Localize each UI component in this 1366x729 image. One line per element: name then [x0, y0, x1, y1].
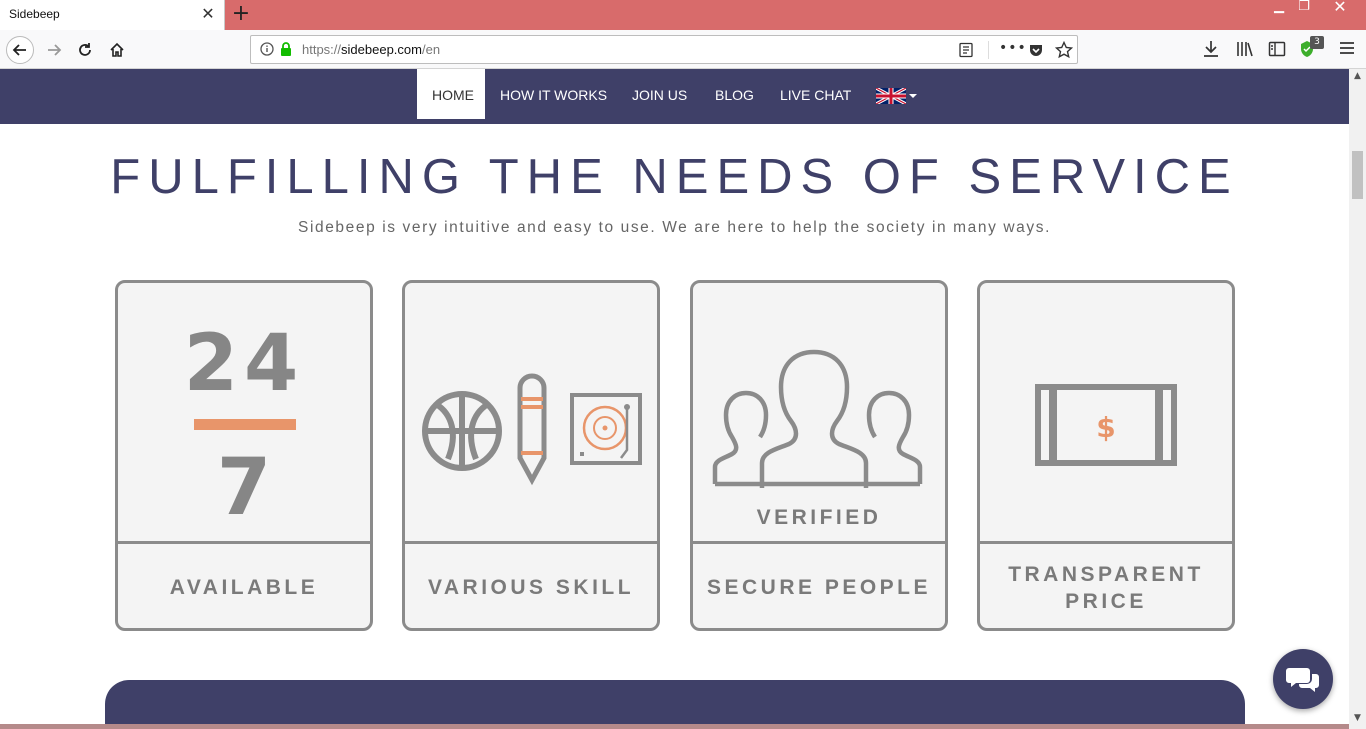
scroll-up-icon[interactable]: ▲	[1349, 71, 1366, 85]
nav-live-chat[interactable]: LIVE CHAT	[765, 69, 866, 119]
live-chat-button[interactable]	[1273, 649, 1333, 709]
bookmark-star-icon[interactable]	[1055, 41, 1073, 59]
url-scheme: https://	[302, 42, 342, 57]
url-path: /en	[421, 42, 441, 57]
info-icon[interactable]	[260, 42, 274, 56]
feature-label: TRANSPARENT PRICE	[1008, 562, 1204, 613]
verified-label: VERIFIED	[756, 506, 882, 529]
people-icon	[712, 349, 923, 488]
new-tab-button[interactable]: +	[230, 2, 252, 26]
page-viewport: HOME HOW IT WORKS JOIN US BLOG LIVE CHAT…	[0, 69, 1349, 729]
reader-view-icon[interactable]	[958, 42, 974, 58]
hours-number: 24	[183, 319, 305, 409]
extension-badge: 3	[1310, 36, 1324, 49]
reload-icon	[79, 43, 91, 56]
home-icon	[110, 42, 124, 57]
feature-card-available: 24 7 AVAILABLE	[115, 280, 373, 631]
forward-button[interactable]	[40, 36, 68, 64]
pencil-icon	[517, 373, 547, 486]
basketball-icon	[422, 391, 502, 471]
hamburger-menu-icon[interactable]	[1339, 40, 1355, 56]
nav-home[interactable]: HOME	[417, 69, 485, 119]
feature-card-image: 24 7	[118, 283, 370, 544]
dollar-sign: $	[1096, 411, 1116, 444]
forward-arrow-icon	[48, 44, 62, 56]
reload-button[interactable]	[71, 36, 99, 64]
days-number: 7	[216, 443, 272, 533]
feature-card-image: $	[980, 283, 1232, 544]
scroll-down-icon[interactable]: ▼	[1349, 713, 1366, 727]
tab-close-icon[interactable]: ✕	[200, 5, 216, 23]
tab-title: Sidebeep	[9, 7, 60, 21]
next-section-panel	[105, 680, 1245, 729]
pocket-icon[interactable]	[1028, 42, 1044, 58]
url-separator	[988, 41, 989, 59]
feature-label: SECURE PEOPLE	[706, 576, 932, 599]
restore-window-button[interactable]: ❐	[1289, 0, 1319, 22]
feature-card-various-skill: VARIOUS SKILL	[402, 280, 660, 631]
browser-tab[interactable]: Sidebeep ✕	[0, 0, 225, 30]
nav-how-it-works[interactable]: HOW IT WORKS	[485, 69, 622, 119]
24-7-divider	[194, 419, 296, 430]
url-text[interactable]: https://sidebeep.com/en	[302, 42, 440, 57]
nav-join-us[interactable]: JOIN US	[617, 69, 702, 119]
browser-titlebar: Sidebeep ✕ + ▁ ❐ ✕	[0, 0, 1366, 30]
feature-card-image	[405, 283, 657, 544]
nav-blog[interactable]: BLOG	[700, 69, 769, 119]
browser-toolbar: https://sidebeep.com/en ••• 3	[0, 30, 1366, 69]
download-icon[interactable]	[1203, 40, 1219, 58]
hero-subtitle: Sidebeep is very intuitive and easy to u…	[298, 219, 1051, 236]
url-bar[interactable]: https://sidebeep.com/en •••	[250, 35, 1078, 64]
home-button[interactable]	[103, 36, 131, 64]
language-dropdown-caret-icon[interactable]	[909, 94, 917, 98]
feature-card-secure-people: VERIFIED SECURE PEOPLE	[690, 280, 948, 631]
lock-icon[interactable]	[279, 41, 293, 57]
turntable-icon	[570, 393, 642, 465]
page-actions-button[interactable]: •••	[999, 40, 1027, 56]
feature-label: AVAILABLE	[169, 576, 319, 599]
library-icon[interactable]	[1236, 40, 1254, 58]
feature-card-transparent-price: $ TRANSPARENT PRICE	[977, 280, 1235, 631]
close-window-button[interactable]: ✕	[1325, 0, 1355, 22]
scroll-thumb[interactable]	[1352, 151, 1363, 199]
site-navigation: HOME HOW IT WORKS JOIN US BLOG LIVE CHAT	[0, 69, 1349, 124]
back-arrow-icon	[12, 44, 26, 56]
skills-icon	[422, 373, 642, 486]
uk-flag-icon[interactable]	[876, 88, 906, 104]
url-host: sidebeep.com	[341, 42, 422, 57]
page-scrollbar[interactable]: ▲ ▼	[1349, 69, 1366, 729]
back-button[interactable]	[6, 36, 34, 64]
chat-icon	[1286, 668, 1319, 692]
next-section-image-strip	[0, 724, 1349, 729]
feature-label: VARIOUS SKILL	[427, 576, 635, 599]
sidebar-icon[interactable]	[1268, 40, 1286, 58]
feature-card-image: VERIFIED	[693, 283, 945, 544]
hero-title: FULFILLING THE NEEDS OF SERVICE	[110, 150, 1239, 204]
